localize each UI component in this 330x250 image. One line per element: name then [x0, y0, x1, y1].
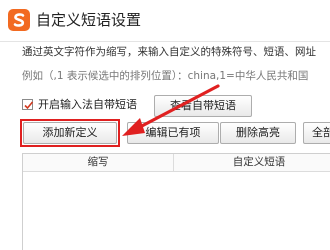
custom-phrase-settings-window: 自定义短语设置 通过英文字符作为缩写，来输入自定义的特殊符号、短语、网址 例如（… [0, 0, 330, 250]
phrase-table[interactable]: 缩写 自定义短语 [22, 153, 330, 250]
column-header-abbreviation[interactable]: 缩写 [23, 154, 173, 171]
column-header-custom-phrase[interactable]: 自定义短语 [173, 154, 330, 171]
phrase-table-header: 缩写 自定义短语 [23, 154, 330, 172]
